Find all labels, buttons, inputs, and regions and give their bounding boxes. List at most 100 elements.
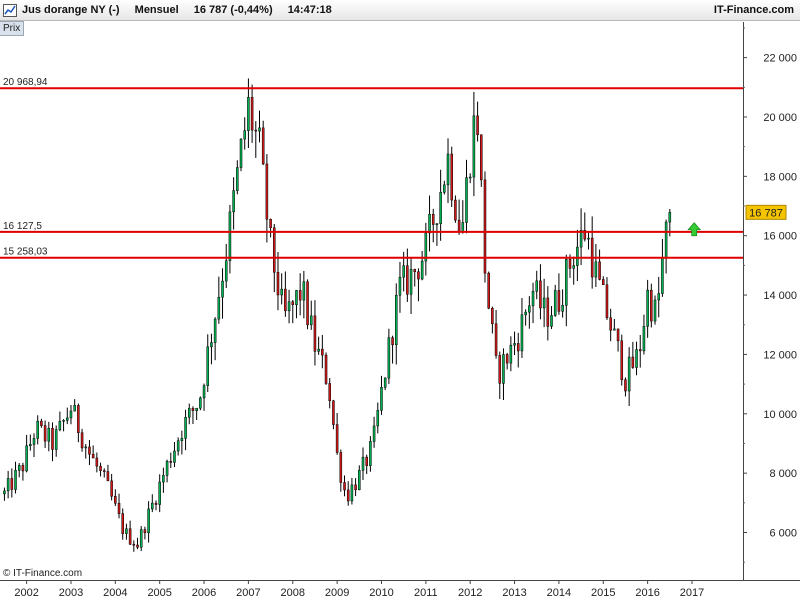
level-label: 16 127,5 — [3, 221, 42, 232]
y-axis: 6 000 8 000 10 000 12 000 14 000 16 000 18 000… — [743, 27, 797, 563]
x-axis: 2002 2003 2004 2005 2006 2007 2008 2009 2010 2011… — [14, 580, 704, 599]
candle-down — [546, 297, 550, 327]
candle-up — [664, 221, 668, 258]
candle-up — [62, 420, 65, 422]
candle-down — [476, 115, 479, 136]
candle-up — [565, 259, 568, 306]
candle-up — [542, 297, 546, 309]
candle-up — [206, 346, 210, 386]
y-tick-label: 20 000 — [763, 112, 797, 124]
candle-down — [269, 218, 272, 229]
candle-down — [40, 420, 43, 426]
candle-up — [376, 410, 380, 427]
copyright-label: © IT-Finance.com — [3, 568, 83, 579]
candle-down — [306, 281, 309, 326]
x-tick-label: 2007 — [236, 587, 260, 599]
candle-up — [576, 246, 579, 266]
candle-down — [480, 134, 483, 181]
level-lines: 20 968,94 16 127,5 15 258,03 — [0, 77, 743, 259]
candle-up — [402, 265, 405, 278]
candle-down — [505, 354, 509, 364]
candle-down — [261, 127, 265, 165]
candle-down — [494, 323, 498, 356]
candle-down — [136, 544, 139, 548]
candle-down — [114, 495, 117, 504]
candle-up — [165, 460, 169, 476]
candle-up — [236, 167, 239, 191]
candle-down — [413, 269, 417, 272]
candle-up — [176, 440, 180, 452]
candle-down — [598, 261, 601, 280]
candle-up — [158, 481, 161, 505]
candle-up — [232, 190, 235, 213]
candle-up — [383, 377, 387, 388]
candle-down — [284, 288, 287, 312]
candle-up — [520, 314, 524, 352]
candle-down — [332, 400, 335, 425]
candle-down — [616, 328, 620, 342]
candle-up — [657, 293, 660, 301]
candle-up — [280, 288, 283, 296]
candle-down — [354, 484, 357, 491]
candle-up — [302, 281, 306, 301]
candle-down — [450, 153, 453, 201]
candle-down — [298, 290, 302, 301]
candle-down — [568, 259, 572, 269]
candle-up — [187, 408, 191, 418]
candle-down — [343, 482, 346, 491]
y-tick-label: 10 000 — [763, 409, 797, 421]
candle-down — [650, 289, 653, 322]
x-tick-label: 2014 — [547, 587, 571, 599]
candle-up — [162, 475, 165, 483]
candle-up — [594, 261, 598, 278]
candle-down — [339, 452, 343, 483]
x-tick-label: 2009 — [325, 587, 349, 599]
candle-down — [276, 271, 280, 296]
candle-down — [346, 489, 350, 502]
candle-up — [461, 222, 465, 233]
candle-up — [524, 311, 527, 316]
candle-up — [14, 470, 17, 490]
candle-down — [291, 301, 295, 306]
candle-up — [173, 450, 176, 463]
candle-up — [361, 456, 365, 471]
candle-down — [110, 480, 113, 497]
candle-up — [550, 315, 553, 327]
candle-up — [147, 508, 150, 534]
candle-up — [387, 337, 391, 379]
candle-down — [10, 478, 14, 490]
candles — [3, 78, 672, 552]
candle-up — [309, 315, 313, 326]
candle-up — [84, 446, 88, 449]
candle-down — [154, 502, 158, 505]
candle-up — [535, 280, 539, 292]
candle-down — [117, 502, 121, 514]
candle-down — [406, 265, 409, 295]
candle-up — [73, 405, 76, 412]
candle-down — [80, 432, 84, 449]
candle-up — [243, 130, 246, 140]
candle-up — [239, 138, 243, 168]
price-chart: 20 968,94 16 127,5 15 258,03 6 000 8 000 10 … — [0, 22, 800, 599]
candle-up — [661, 257, 664, 294]
candle-down — [631, 356, 635, 368]
candle-up — [184, 416, 187, 439]
candle-down — [132, 543, 136, 546]
x-tick-label: 2003 — [59, 587, 83, 599]
candle-up — [443, 184, 446, 193]
candle-up — [199, 397, 202, 409]
candle-up — [642, 326, 646, 352]
candle-up — [509, 344, 513, 364]
candle-down — [77, 405, 80, 433]
candle-up — [572, 265, 575, 269]
y-tick-label: 22 000 — [763, 53, 797, 65]
candle-up — [358, 470, 361, 491]
candle-up — [195, 407, 198, 411]
candle-up — [668, 212, 672, 223]
candle-up — [125, 528, 128, 534]
candle-up — [465, 177, 468, 223]
candle-down — [254, 129, 258, 132]
candle-down — [88, 446, 91, 455]
candle-up — [32, 438, 36, 445]
candle-down — [102, 470, 106, 472]
